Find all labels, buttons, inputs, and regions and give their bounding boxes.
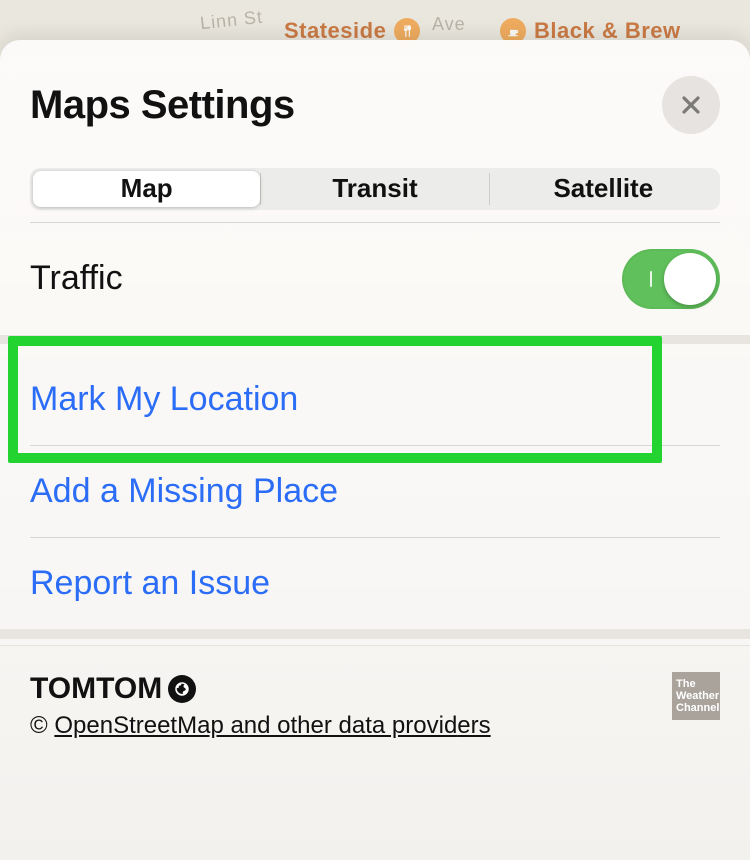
page-title: Maps Settings (30, 83, 295, 128)
close-button[interactable] (662, 76, 720, 134)
toggle-knob (664, 253, 716, 305)
close-icon (679, 93, 703, 117)
segment-transit-label: Transit (332, 173, 417, 204)
traffic-row: Traffic (30, 223, 720, 335)
tomtom-wordmark: TOMTOM (30, 672, 162, 706)
osm-link[interactable]: OpenStreetMap and other data providers (54, 712, 490, 739)
copyright-symbol: © (30, 712, 48, 739)
mark-my-location-link[interactable]: Mark My Location (30, 380, 298, 418)
attribution-footer: TOMTOM © OpenStreetMap and other data pr… (0, 645, 750, 860)
osm-attribution: © OpenStreetMap and other data providers (30, 712, 491, 740)
section-gap (0, 629, 750, 639)
segment-transit[interactable]: Transit (261, 171, 488, 207)
traffic-label: Traffic (30, 259, 123, 298)
add-missing-place-link[interactable]: Add a Missing Place (30, 472, 338, 510)
report-issue-link[interactable]: Report an Issue (30, 564, 270, 602)
sheet-header: Maps Settings (0, 40, 750, 152)
segment-map-label: Map (121, 173, 173, 204)
segment-map[interactable]: Map (33, 171, 260, 207)
tomtom-globe-icon (168, 675, 196, 703)
traffic-toggle[interactable] (622, 249, 720, 309)
toggle-on-indicator-icon (650, 271, 652, 287)
mark-my-location-row[interactable]: Mark My Location (30, 354, 720, 445)
segment-satellite-label: Satellite (553, 173, 653, 204)
settings-sheet: Maps Settings Map Transit Satellite Traf… (0, 40, 750, 860)
section-gap (0, 335, 750, 345)
add-missing-place-row[interactable]: Add a Missing Place (30, 446, 720, 537)
tomtom-logo: TOMTOM (30, 672, 491, 706)
report-issue-row[interactable]: Report an Issue (30, 538, 720, 629)
weather-channel-logo: The Weather Channel (672, 672, 720, 720)
weather-channel-label: The Weather Channel (676, 678, 719, 714)
map-type-segmented-control[interactable]: Map Transit Satellite (30, 168, 720, 210)
attribution-block: TOMTOM © OpenStreetMap and other data pr… (30, 672, 491, 740)
segment-satellite[interactable]: Satellite (490, 171, 717, 207)
street-label-ave: Ave (432, 14, 466, 35)
